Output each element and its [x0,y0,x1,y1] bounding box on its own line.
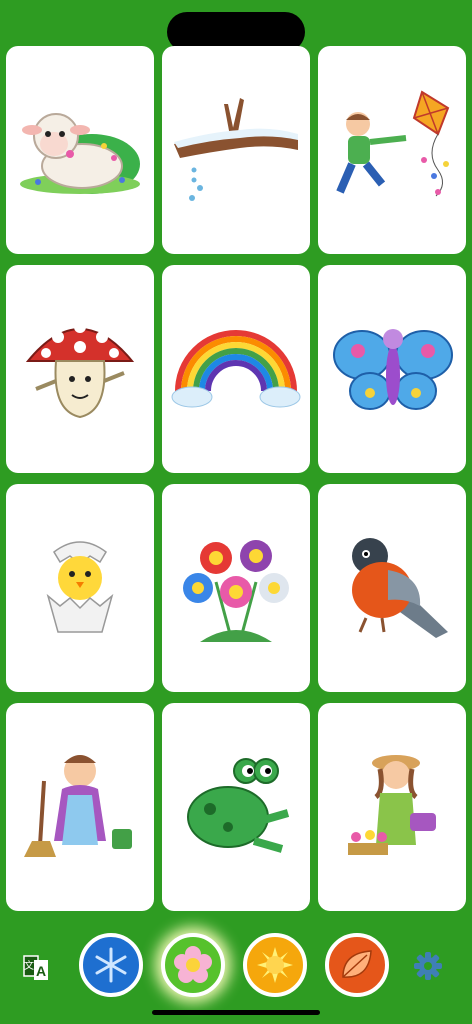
gardener-girl-card[interactable] [318,703,466,911]
snowflake-icon [95,947,127,983]
sun-icon [257,947,293,983]
boy-kite-icon [336,90,450,197]
snowy-branch-card[interactable] [162,46,310,254]
rainbow-card[interactable] [162,265,310,473]
lamb-icon [20,113,140,194]
svg-text:文: 文 [24,959,34,972]
grandma-broom-card[interactable] [6,703,154,911]
svg-text:A: A [36,963,46,979]
coloring-pages-grid [6,46,466,911]
bird-icon [352,538,448,638]
flowers-card[interactable] [162,484,310,692]
grandma-icon [24,755,132,857]
rainbow-icon [171,330,301,408]
chick-card[interactable] [6,484,154,692]
mushroom-icon [25,321,135,419]
winter-season-button[interactable] [79,933,143,997]
gear-icon[interactable] [412,950,444,982]
translate-icon[interactable]: A 文 [20,950,52,982]
frog-card[interactable] [162,703,310,911]
gardener-icon [348,755,436,855]
summer-season-button[interactable] [243,933,307,997]
flowers-icon [183,540,289,642]
home-indicator [152,1010,320,1015]
boy-kite-card[interactable] [318,46,466,254]
spring-season-button[interactable] [161,933,225,997]
bottom-toolbar: A 文 [0,928,472,1004]
frog-icon [187,758,290,853]
autumn-season-button[interactable] [325,933,389,997]
lamb-card[interactable] [6,46,154,254]
branch-icon [174,98,298,201]
butterfly-icon [333,329,453,410]
bullfinch-card[interactable] [318,484,466,692]
flower-icon [174,946,212,983]
leaf-icon [342,950,372,978]
butterfly-card[interactable] [318,265,466,473]
chick-icon [46,541,114,633]
mushroom-card[interactable] [6,265,154,473]
